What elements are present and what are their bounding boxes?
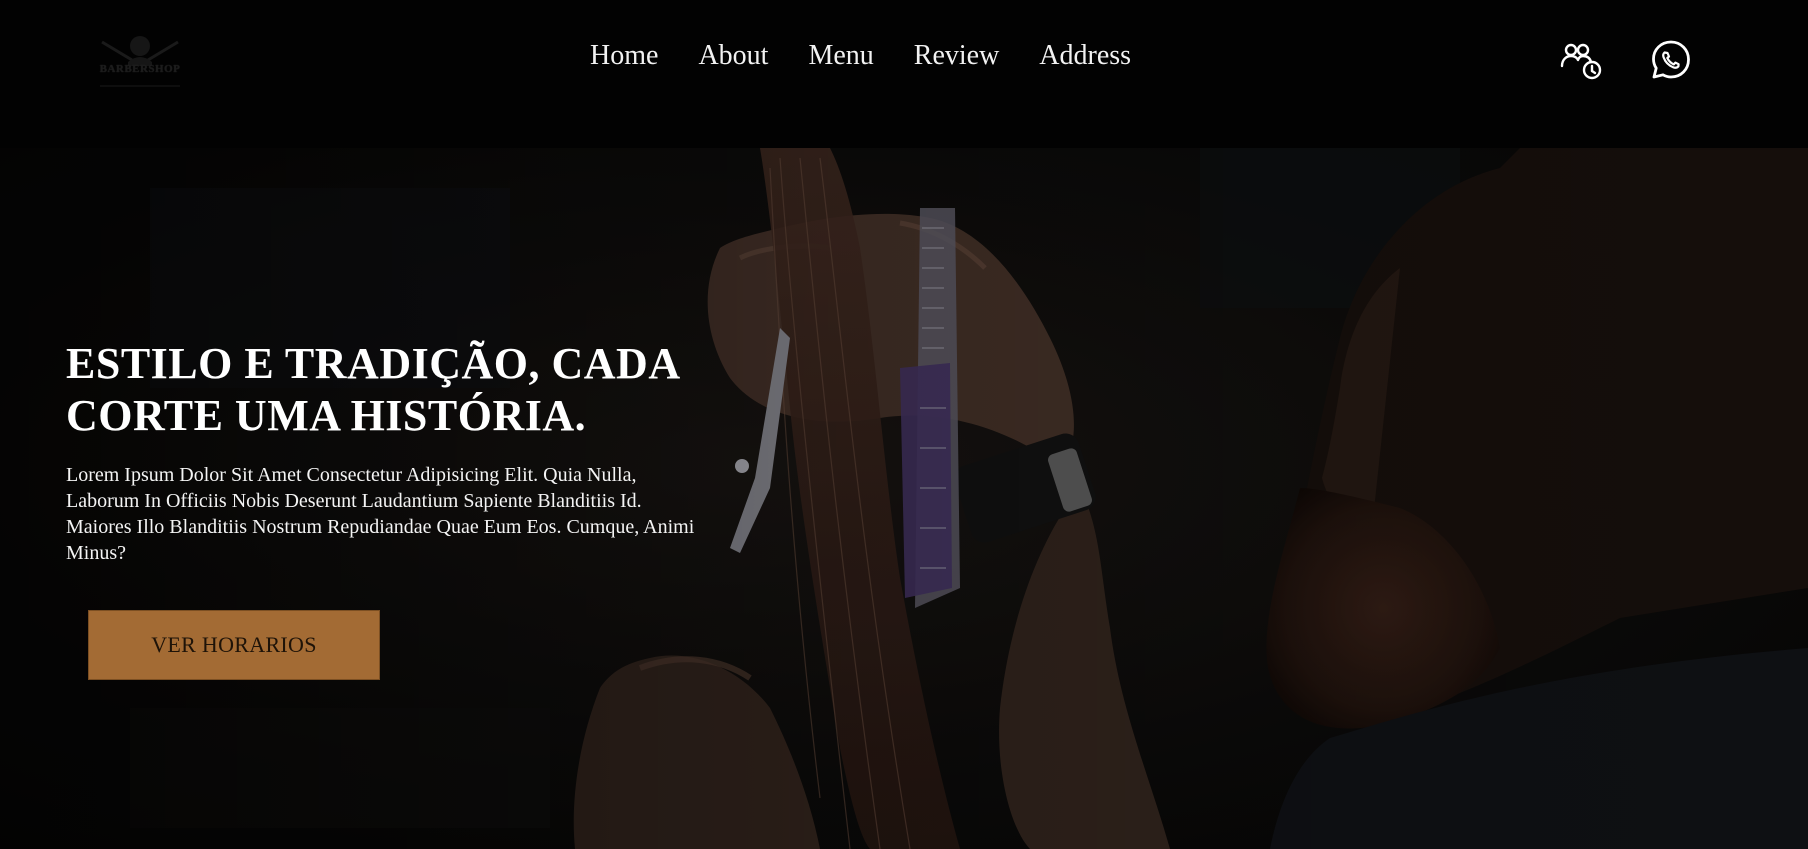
nav-about[interactable]: About [698, 40, 768, 72]
hero-title: ESTILO E TRADIÇÃO, CADA CORTE UMA HISTÓR… [66, 339, 679, 440]
barbershop-logo[interactable]: BARBERSHOP [92, 26, 188, 90]
hero-section: ESTILO E TRADIÇÃO, CADA CORTE UMA HISTÓR… [0, 148, 1808, 849]
barber-logo-icon [100, 36, 180, 87]
site-header: BARBERSHOP Home About Menu Review Addres… [0, 0, 1808, 148]
nav-menu[interactable]: Menu [808, 40, 873, 72]
hero-description: Lorem Ipsum Dolor Sit Amet Consectetur A… [66, 464, 695, 564]
logo-text: BARBERSHOP [99, 63, 181, 75]
nav-address[interactable]: Address [1039, 40, 1131, 72]
nav-review[interactable]: Review [914, 40, 1000, 72]
users-clock-icon[interactable] [1560, 40, 1604, 84]
main-nav: Home About Menu Review Address [590, 40, 1131, 72]
nav-home[interactable]: Home [590, 40, 658, 72]
view-schedule-button[interactable]: VER HORARIOS [88, 610, 380, 680]
page: BARBERSHOP Home About Menu Review Addres… [0, 0, 1808, 849]
whatsapp-icon[interactable] [1649, 38, 1693, 82]
